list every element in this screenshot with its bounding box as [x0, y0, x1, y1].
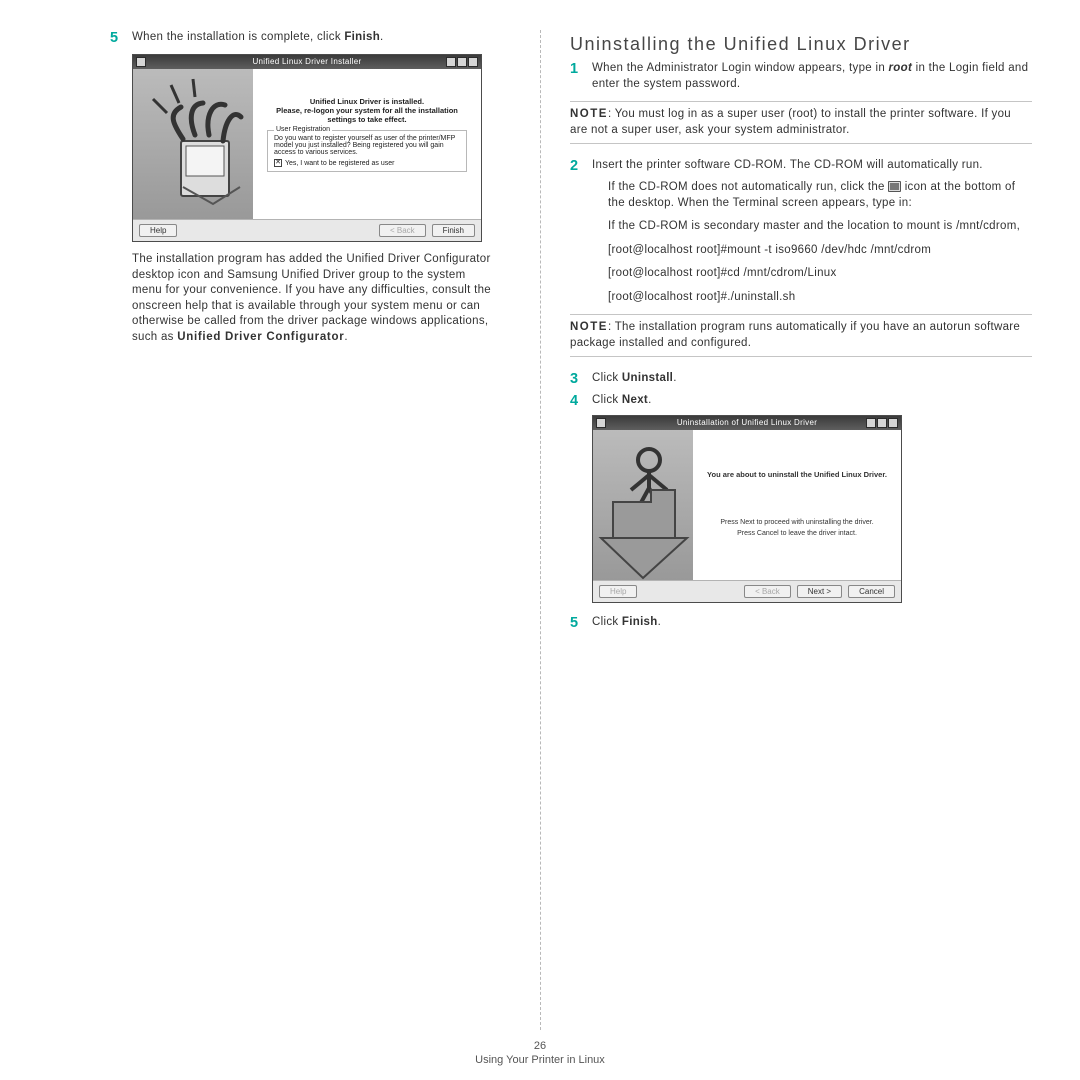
- step-text-post: .: [380, 31, 384, 43]
- installer-dialog: Unified Linux Driver Installer: [132, 54, 482, 242]
- cd-command-1: [root@localhost root]#mount -t iso9660 /…: [608, 243, 1032, 259]
- note-label: NOTE: [570, 108, 608, 120]
- step-text: When the installation is complete, click: [132, 31, 344, 43]
- step4-pre: Click: [592, 394, 622, 406]
- back-button: < Back: [744, 585, 791, 598]
- step2-text: Insert the printer software CD-ROM. The …: [592, 158, 983, 174]
- help-button: Help: [599, 585, 637, 598]
- step4-post: .: [648, 394, 652, 406]
- relogon-line: Please, re-logon your system for all the…: [261, 106, 473, 124]
- step-5-right: 5 Click Finish.: [570, 615, 1032, 631]
- dialog-side-image: [133, 69, 253, 219]
- cd-command-2: [root@localhost root]#cd /mnt/cdrom/Linu…: [608, 266, 1032, 282]
- page-number: 26: [0, 1040, 1080, 1052]
- checkbox-label: Yes, I want to be registered as user: [285, 160, 394, 167]
- post-install-paragraph: The installation program has added the U…: [132, 252, 492, 345]
- finish-word: Finish: [344, 31, 380, 43]
- minimize-icon: [457, 57, 467, 67]
- step-2: 2 Insert the printer software CD-ROM. Th…: [570, 158, 1032, 174]
- step5-pre: Click: [592, 616, 622, 628]
- finish-word: Finish: [622, 616, 658, 628]
- para-post: .: [344, 331, 348, 343]
- page-footer: 26 Using Your Printer in Linux: [0, 1040, 1080, 1066]
- minimize-icon: [877, 418, 887, 428]
- reg-text: Do you want to register yourself as user…: [274, 135, 460, 156]
- left-column: 5 When the installation is complete, cli…: [0, 30, 540, 1080]
- footer-section: Using Your Printer in Linux: [0, 1054, 1080, 1066]
- uninstall-dialog: Uninstallation of Unified Linux Driver: [592, 415, 902, 603]
- note-2: NOTE: The installation program runs auto…: [570, 314, 1032, 357]
- step-number: 5: [110, 30, 132, 46]
- step-number: 1: [570, 61, 592, 92]
- step-number: 5: [570, 615, 592, 631]
- note-1: NOTE: You must log in as a super user (r…: [570, 101, 1032, 144]
- window-menu-icon: [136, 57, 146, 67]
- press-next-text: Press Next to proceed with uninstalling …: [701, 519, 893, 526]
- step3-pre: Click: [592, 372, 622, 384]
- column-divider: [540, 30, 541, 1030]
- cd-command-3: [root@localhost root]#./uninstall.sh: [608, 290, 1032, 306]
- step1-pre: When the Administrator Login window appe…: [592, 62, 889, 74]
- step-3: 3 Click Uninstall.: [570, 371, 1032, 387]
- group-legend: User Registration: [274, 126, 332, 133]
- para-text: The installation program has added the U…: [132, 253, 491, 343]
- arrow-graphic-icon: [593, 430, 693, 580]
- window-menu-icon: [596, 418, 606, 428]
- dialog-title: Uninstallation of Unified Linux Driver: [677, 418, 817, 427]
- close-icon: [468, 57, 478, 67]
- step-5-left: 5 When the installation is complete, cli…: [110, 30, 492, 46]
- right-column: Uninstalling the Unified Linux Driver 1 …: [540, 30, 1080, 1080]
- step3-post: .: [673, 372, 677, 384]
- user-registration-group: User Registration Do you want to registe…: [267, 130, 467, 172]
- terminal-icon: [888, 181, 901, 192]
- step-1: 1 When the Administrator Login window ap…: [570, 61, 1032, 92]
- step-number: 3: [570, 371, 592, 387]
- dialog-title: Unified Linux Driver Installer: [252, 57, 361, 66]
- root-word: root: [889, 62, 913, 74]
- step-number: 2: [570, 158, 592, 174]
- window-controls: [446, 57, 478, 67]
- note-text: : You must log in as a super user (root)…: [570, 108, 1011, 136]
- note-text: : The installation program runs automati…: [570, 321, 1020, 349]
- cd-text1-pre: If the CD-ROM does not automatically run…: [608, 181, 888, 193]
- press-cancel-text: Press Cancel to leave the driver intact.: [701, 530, 893, 537]
- dialog-content: You are about to uninstall the Unified L…: [693, 430, 901, 580]
- uninstall-heading: You are about to uninstall the Unified L…: [701, 470, 893, 479]
- next-word: Next: [622, 394, 648, 406]
- installed-line: Unified Linux Driver is installed.: [261, 97, 473, 106]
- step-number: 4: [570, 393, 592, 409]
- finish-button[interactable]: Finish: [432, 224, 475, 237]
- help-button[interactable]: Help: [139, 224, 177, 237]
- cd-text-2: If the CD-ROM is secondary master and th…: [608, 219, 1032, 235]
- help-icon: [446, 57, 456, 67]
- checkbox-icon[interactable]: ✕: [274, 159, 282, 167]
- dialog-titlebar: Unified Linux Driver Installer: [133, 55, 481, 69]
- dialog-footer: Help < Back Finish: [133, 219, 481, 241]
- cancel-button[interactable]: Cancel: [848, 585, 895, 598]
- configurator-name: Unified Driver Configurator: [177, 331, 344, 343]
- help-icon: [866, 418, 876, 428]
- dialog-content: Unified Linux Driver is installed. Pleas…: [253, 69, 481, 219]
- dialog-titlebar: Uninstallation of Unified Linux Driver: [593, 416, 901, 430]
- step5-post: .: [658, 616, 662, 628]
- dialog-side-image: [593, 430, 693, 580]
- step-4: 4 Click Next.: [570, 393, 1032, 409]
- next-button[interactable]: Next >: [797, 585, 842, 598]
- note-label: NOTE: [570, 321, 608, 333]
- hand-graphic-icon: [133, 69, 253, 219]
- cd-text-1: If the CD-ROM does not automatically run…: [608, 180, 1032, 211]
- window-controls: [866, 418, 898, 428]
- uninstall-word: Uninstall: [622, 372, 673, 384]
- back-button: < Back: [379, 224, 426, 237]
- close-icon: [888, 418, 898, 428]
- dialog-footer: Help < Back Next > Cancel: [593, 580, 901, 602]
- section-heading: Uninstalling the Unified Linux Driver: [570, 34, 1032, 55]
